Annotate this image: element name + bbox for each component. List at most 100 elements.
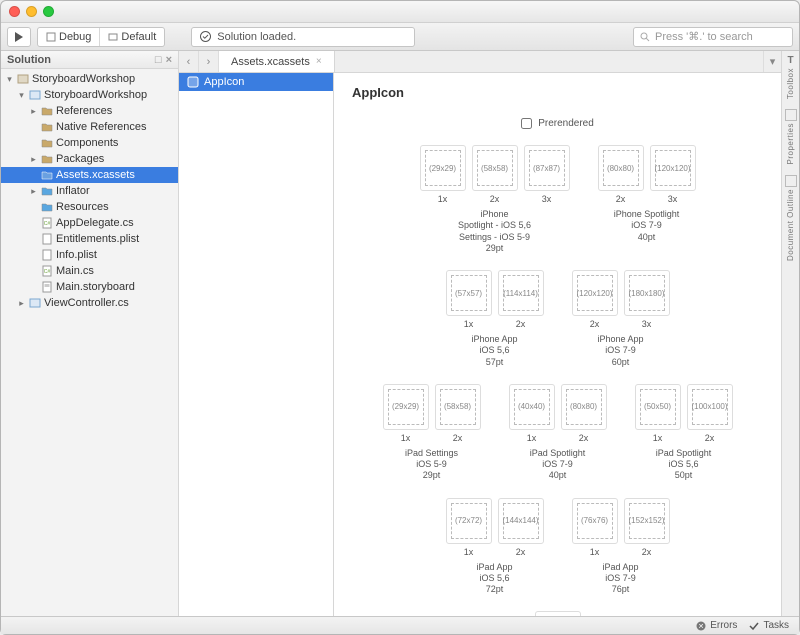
icon-slot[interactable]: (100x100)	[687, 384, 733, 430]
file-icon	[41, 121, 53, 133]
icon-group: (29x29)1x(58x58)2xiPad SettingsiOS 5-929…	[383, 384, 481, 482]
file-icon	[41, 153, 53, 165]
tree-node[interactable]: C#AppDelegate.cs	[1, 215, 178, 231]
rail-properties[interactable]: Properties	[785, 109, 797, 164]
slot-scale: 3x	[668, 194, 678, 204]
group-caption: iPad AppiOS 5,672pt	[476, 562, 512, 596]
properties-icon	[785, 109, 797, 121]
tree-node[interactable]: ▾ StoryboardWorkshop	[1, 71, 178, 87]
status-bar: ✕ Errors Tasks	[1, 616, 799, 634]
asset-appicon[interactable]: AppIcon	[179, 73, 333, 91]
icon-slot[interactable]: (72x72)	[446, 498, 492, 544]
tree-node[interactable]: Assets.xcassets	[1, 167, 178, 183]
file-icon	[41, 249, 53, 261]
icon-group: (50x50)1x(100x100)2xiPad SpotlightiOS 5,…	[635, 384, 733, 482]
file-icon	[41, 233, 53, 245]
solution-panel: Solution □ × ▾StoryboardWorkshop▾Storybo…	[1, 51, 179, 616]
icon-slot[interactable]: (76x76)	[572, 498, 618, 544]
icon-slot[interactable]: (58x58)	[435, 384, 481, 430]
outline-icon	[785, 175, 797, 187]
icon-group: (40x40)1x(80x80)2xiPad SpotlightiOS 7-94…	[509, 384, 607, 482]
file-icon	[41, 201, 53, 213]
icon-group: (57x57)1x(114x114)2xiPhone AppiOS 5,657p…	[446, 270, 544, 368]
tree-node[interactable]: Native References	[1, 119, 178, 135]
status-display: Solution loaded.	[191, 27, 415, 47]
tree-label: ViewController.cs	[44, 297, 129, 309]
panel-close-icon[interactable]: ×	[166, 54, 172, 66]
icon-slot[interactable]: (114x114)	[498, 270, 544, 316]
run-config[interactable]: Debug Default	[37, 27, 165, 47]
tree-node[interactable]: ▸References	[1, 103, 178, 119]
search-icon	[640, 32, 650, 42]
tree-label: Packages	[56, 153, 104, 165]
minimize-icon[interactable]	[26, 6, 37, 17]
tasks-button[interactable]: Tasks	[749, 620, 789, 631]
search-input[interactable]: Press '⌘.' to search	[633, 27, 793, 47]
tab-overflow-button[interactable]: ▾	[763, 51, 781, 72]
nav-back-button[interactable]: ‹	[179, 51, 199, 72]
icon-slot[interactable]: (80x80)	[598, 145, 644, 191]
tree-node[interactable]: C#Main.cs	[1, 263, 178, 279]
icon-slot[interactable]: (144x144)	[498, 498, 544, 544]
tree-node[interactable]: Info.plist	[1, 247, 178, 263]
icon-slot[interactable]: (40x40)	[509, 384, 555, 430]
tree-node[interactable]: Main.storyboard	[1, 279, 178, 295]
disclosure-icon[interactable]: ▸	[17, 298, 26, 309]
icon-group: (76x76)1x(152x152)2xiPad AppiOS 7-976pt	[572, 498, 670, 596]
icon-slot[interactable]: (50x50)	[635, 384, 681, 430]
config-debug: Debug	[59, 31, 91, 43]
tree-node[interactable]: Entitlements.plist	[1, 231, 178, 247]
run-button[interactable]	[7, 27, 31, 47]
icon-slot[interactable]: (29x29)	[420, 145, 466, 191]
icon-slot[interactable]: (57x57)	[446, 270, 492, 316]
slot-scale: 2x	[453, 433, 463, 443]
tree-label: StoryboardWorkshop	[32, 73, 135, 85]
slot-scale: 1x	[590, 547, 600, 557]
error-icon: ✕	[696, 621, 706, 631]
file-icon	[41, 281, 53, 293]
tree-node[interactable]: ▸ ViewController.cs	[1, 295, 178, 311]
icon-slot[interactable]: (87x87)	[524, 145, 570, 191]
tree-node[interactable]: Resources	[1, 199, 178, 215]
tree-label: Main.cs	[56, 265, 94, 277]
asset-list[interactable]: AppIcon	[179, 73, 334, 616]
titlebar[interactable]	[1, 1, 799, 23]
tree-node[interactable]: ▸ Packages	[1, 151, 178, 167]
icon-slot[interactable]: (29x29)	[383, 384, 429, 430]
disclosure-icon[interactable]: ▸	[29, 186, 38, 197]
icon-slot[interactable]: (80x80)	[561, 384, 607, 430]
disclosure-icon[interactable]: ▸	[29, 106, 38, 117]
icon-slot[interactable]: (58x58)	[472, 145, 518, 191]
tree-node[interactable]: ▸Inflator	[1, 183, 178, 199]
rail-toolbox[interactable]: T Toolbox	[786, 55, 795, 99]
appicon-icon	[187, 76, 199, 88]
disclosure-icon[interactable]: ▸	[29, 154, 38, 165]
prerendered-checkbox[interactable]	[521, 118, 532, 129]
icon-slot[interactable]: (120x120)	[650, 145, 696, 191]
rail-document-outline[interactable]: Document Outline	[785, 175, 797, 261]
file-icon	[29, 297, 41, 309]
errors-button[interactable]: ✕ Errors	[696, 620, 737, 631]
disclosure-icon[interactable]: ▾	[17, 90, 26, 101]
slot-scale: 2x	[490, 194, 500, 204]
disclosure-icon[interactable]: ▾	[5, 74, 14, 85]
panel-pin-icon[interactable]: □	[155, 54, 162, 66]
zoom-icon[interactable]	[43, 6, 54, 17]
icon-slot[interactable]: (152x152)	[624, 498, 670, 544]
slot-scale: 2x	[590, 319, 600, 329]
tree-node[interactable]: ▾StoryboardWorkshop	[1, 87, 178, 103]
icon-slot[interactable]: (180x180)	[624, 270, 670, 316]
icon-slot[interactable]: (120x120)	[572, 270, 618, 316]
icon-row: (57x57)1x(114x114)2xiPhone AppiOS 5,657p…	[446, 270, 670, 368]
nav-forward-button[interactable]: ›	[199, 51, 219, 72]
slot-scale: 1x	[653, 433, 663, 443]
group-caption: iPhone SpotlightiOS 7-940pt	[614, 209, 680, 243]
tree-node[interactable]: Components	[1, 135, 178, 151]
tab-assets[interactable]: Assets.xcassets ×	[219, 51, 335, 72]
slot-scale: 2x	[642, 547, 652, 557]
asset-canvas[interactable]: AppIcon Prerendered (29x29)1x(58x58)2x(8…	[334, 73, 781, 616]
solution-tree[interactable]: ▾StoryboardWorkshop▾StoryboardWorkshop▸R…	[1, 69, 178, 313]
tab-strip: ‹ › Assets.xcassets × ▾	[179, 51, 781, 73]
tab-close-icon[interactable]: ×	[316, 56, 322, 67]
close-icon[interactable]	[9, 6, 20, 17]
